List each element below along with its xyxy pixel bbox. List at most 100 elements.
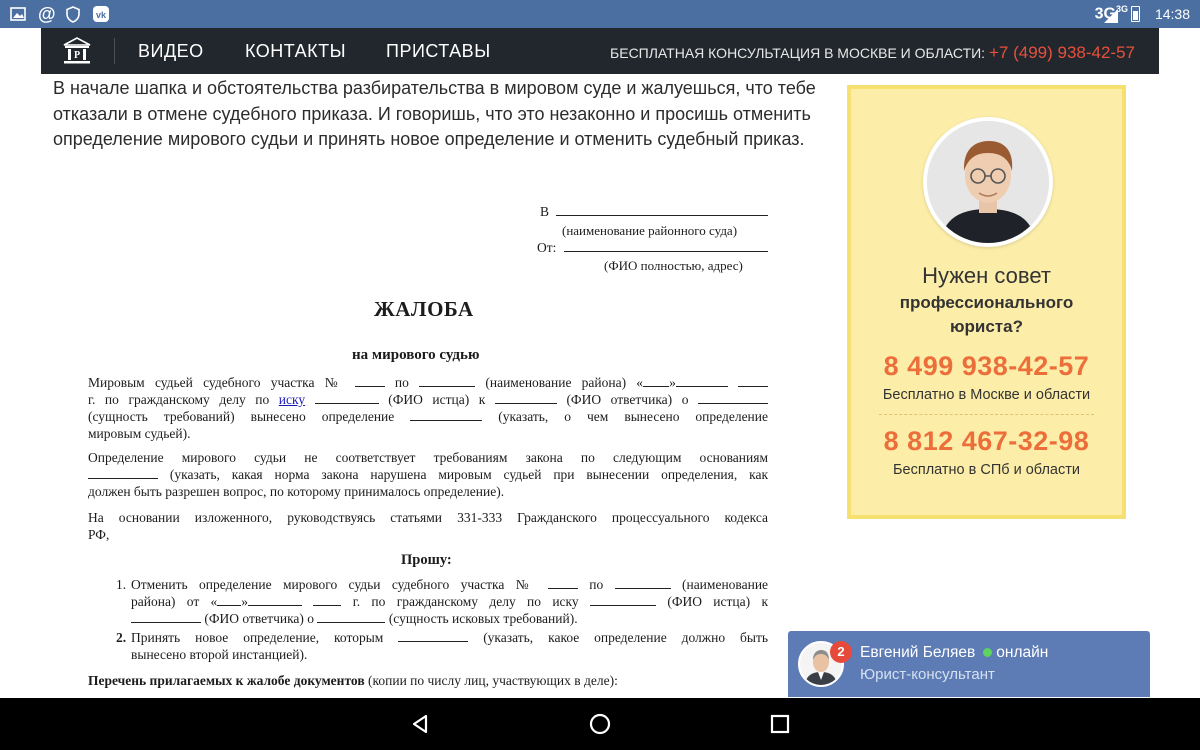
nav-link-contacts[interactable]: КОНТАКТЫ	[245, 41, 346, 62]
promo-phone-moscow[interactable]: 8 499 938-42-57	[851, 351, 1122, 382]
blank-line	[419, 375, 476, 387]
promo-subheading: профессионального юриста?	[851, 291, 1122, 339]
home-icon[interactable]	[586, 710, 614, 738]
doc-text: Отменить определение мирового судьи суде…	[131, 577, 537, 592]
signal-icon	[1104, 6, 1118, 26]
svg-text:vk: vk	[96, 10, 107, 20]
doc-text: (указать, какое определение должно быть	[483, 630, 768, 645]
svg-text:P: P	[74, 50, 80, 61]
blank-line	[398, 630, 469, 642]
promo-divider	[879, 414, 1094, 415]
doc-p1-line2: г. по гражданскому делу по иску (ФИО ист…	[88, 392, 768, 408]
doc-attachments-line: Перечень прилагаемых к жалобе документов…	[88, 673, 618, 689]
blank-line	[248, 594, 303, 606]
blank-line	[675, 375, 728, 387]
doc-text: »	[669, 375, 676, 390]
shield-icon	[66, 4, 80, 24]
status-time: 14:38	[1154, 6, 1190, 22]
android-navigation-bar	[0, 698, 1200, 750]
online-status-label: онлайн	[996, 644, 1049, 661]
promo-subheading-line: профессионального	[899, 293, 1074, 312]
doc-text: (указать, о чем вынесено определение	[498, 409, 768, 424]
doc-text: Принять новое определение, которым	[131, 630, 384, 645]
doc-p2-line1: Определение мирового судьи не соответств…	[88, 450, 768, 465]
blank-line	[217, 594, 242, 606]
blank-line	[314, 392, 379, 404]
doc-item2-line1: Принять новое определение, которым (указ…	[131, 630, 768, 646]
doc-item1-line2: района) от « » г. по гражданскому делу по…	[131, 594, 768, 610]
doc-p2-line3: должен быть разрешен вопрос, по которому…	[88, 484, 505, 499]
consultant-name: Евгений Беляев	[860, 644, 976, 661]
doc-text: (ФИО истца) к	[667, 594, 768, 609]
doc-p2-line2: (указать, какая норма закона нарушена ми…	[88, 467, 768, 483]
blank-line	[643, 375, 670, 387]
promo-note-moscow: Бесплатно в Москве и области	[882, 387, 1091, 403]
doc-item1-number: 1.	[116, 577, 127, 592]
site-navbar: P ВИДЕО КОНТАКТЫ ПРИСТАВЫ БЕСПЛАТНАЯ КОН…	[41, 28, 1159, 74]
nav-consultation-label: БЕСПЛАТНАЯ КОНСУЛЬТАЦИЯ В МОСКВЕ И ОБЛАС…	[610, 45, 986, 61]
promo-subheading-line: юриста?	[950, 317, 1023, 336]
doc-item1-line3: (ФИО ответчика) о (сущность исковых треб…	[131, 611, 578, 627]
blank-line	[547, 577, 578, 589]
doc-p1-line3: (сущность требований) вынесено определен…	[88, 409, 768, 425]
doc-text: (ФИО ответчика) о	[566, 392, 689, 407]
blank-line	[317, 611, 386, 623]
doc-from-line: От:	[537, 240, 768, 256]
doc-p3-line2: РФ,	[88, 527, 110, 542]
doc-p1-line1: Мировым судьей судебного участка № по (н…	[88, 375, 768, 391]
nav-link-video[interactable]: ВИДЕО	[138, 41, 204, 62]
blank-line	[556, 204, 769, 216]
back-icon[interactable]	[406, 710, 434, 738]
at-sign-icon: @	[38, 3, 56, 24]
logo-icon[interactable]: P	[61, 36, 93, 66]
doc-text: (сущность требований) вынесено определен…	[88, 409, 395, 424]
doc-to-label: В	[540, 204, 550, 219]
online-status-icon	[983, 648, 993, 658]
doc-subtitle: на мирового судью	[352, 347, 480, 363]
nav-divider	[114, 38, 115, 64]
doc-text: по	[589, 577, 604, 592]
image-icon	[10, 4, 26, 24]
blank-line	[563, 240, 768, 252]
promo-note-spb: Бесплатно в СПб и области	[893, 462, 1080, 478]
blank-line	[738, 375, 768, 387]
doc-text: (сущность исковых требований).	[388, 611, 578, 626]
nav-link-bailiffs[interactable]: ПРИСТАВЫ	[386, 41, 491, 62]
doc-text: г. по гражданскому делу по иску	[352, 594, 579, 609]
doc-lawsuit-link[interactable]: иску	[279, 392, 305, 407]
blank-line	[313, 594, 342, 606]
blank-line	[614, 577, 671, 589]
doc-text: »	[241, 594, 249, 609]
blank-line	[698, 392, 768, 404]
intro-paragraph: В начале шапка и обстоятельства разбират…	[53, 78, 816, 149]
doc-text: района) от «	[131, 594, 218, 609]
blank-line	[88, 467, 158, 479]
unread-badge: 2	[830, 641, 852, 663]
blank-line	[410, 409, 483, 421]
doc-text: (ФИО ответчика) о	[204, 611, 315, 626]
doc-from-hint: (ФИО полностью, адрес)	[604, 258, 743, 273]
nav-phone-link[interactable]: +7 (499) 938-42-57	[989, 43, 1135, 62]
doc-from-label: От:	[537, 240, 557, 255]
complaint-document: В (наименование районного суда) От: (ФИО…	[80, 200, 780, 696]
doc-p3-line1: На основании изложенного, руководствуясь…	[88, 510, 768, 525]
promo-heading: Нужен совет	[922, 263, 1051, 288]
doc-text: (копии по числу лиц, участвующих в деле)…	[368, 673, 618, 688]
doc-text: (указать, какая норма закона нарушена ми…	[169, 467, 768, 482]
doc-item2-line2: вынесено второй инстанцией).	[131, 647, 308, 662]
chat-widget[interactable]: 2 Евгений Беляев онлайн Юрист-консультант	[788, 631, 1150, 697]
doc-text: (наименование	[681, 577, 768, 592]
doc-to-line: В	[540, 204, 769, 220]
doc-title: ЖАЛОБА	[374, 297, 474, 321]
status-bar: @ vk 3G3G 14:38	[0, 0, 1200, 28]
doc-request-heading: Прошу:	[401, 552, 452, 568]
doc-text: Мировым судьей судебного участка №	[88, 375, 345, 390]
battery-icon	[1131, 6, 1140, 22]
chat-consultant-line: Евгений Беляев онлайн	[860, 644, 1048, 662]
vk-icon: vk	[92, 4, 110, 24]
consultant-role: Юрист-консультант	[860, 666, 995, 683]
blank-line	[590, 594, 656, 606]
doc-text: г. по гражданскому делу по	[88, 392, 270, 407]
recents-icon[interactable]	[766, 710, 794, 738]
promo-phone-spb[interactable]: 8 812 467-32-98	[851, 426, 1122, 457]
